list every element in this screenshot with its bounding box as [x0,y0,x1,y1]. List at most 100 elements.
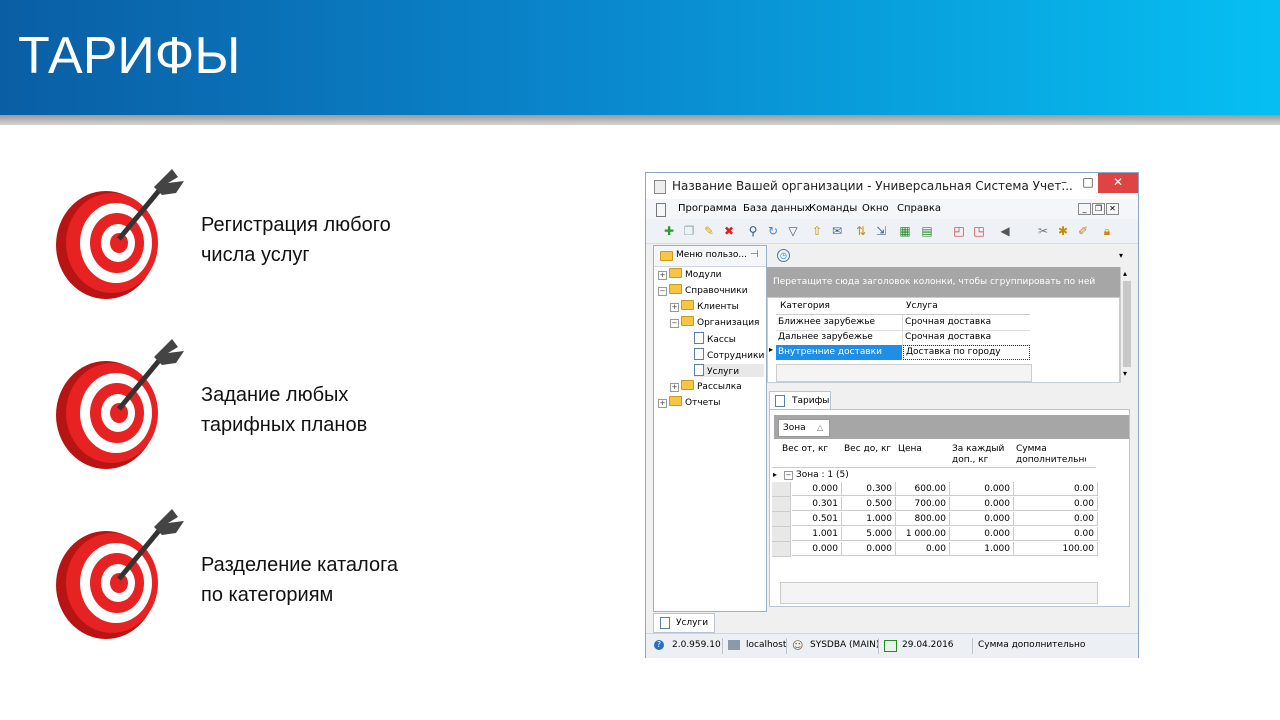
print-icon[interactable]: ▤ [920,224,934,238]
maximize-button[interactable]: □ [1078,173,1098,193]
lock-icon[interactable]: 🔒︎ [1100,224,1114,238]
group-row-label: Зона : 1 (5) [796,470,849,480]
app-icon [654,180,666,194]
tree-label: Отчеты [685,398,721,408]
star-icon[interactable]: ✱ [1056,224,1070,238]
delete-icon[interactable]: ✖ [722,224,736,238]
table-row[interactable]: 0.000 0.000 0.00 1.000 100.00 [772,542,1098,557]
row-indicator-icon: ▸ [769,345,774,354]
scroll-down-icon[interactable]: ▾ [1123,369,1127,378]
filter-icon[interactable]: ▽ [786,224,800,238]
table-cell: 0.500 [842,497,896,511]
tree-item-employees[interactable]: Сотрудники [694,348,764,361]
column-header-per-kg[interactable]: За каждый доп., кг [952,444,1012,466]
column-header-service[interactable]: Услуга [906,301,938,311]
detail-tabs: Тарифы [767,389,1132,410]
column-header-category[interactable]: Категория [780,301,830,311]
menu-commands[interactable]: Команды [809,203,857,214]
pin-icon[interactable]: ⊣ [750,249,759,260]
table-cell: 1.000 [950,542,1014,556]
tree-item-reports[interactable]: + Отчеты [658,396,721,408]
close-button[interactable]: ✕ [1098,173,1138,193]
navigation-pane-title: Меню пользо... [676,250,747,260]
copy-icon[interactable]: ❐ [682,224,696,238]
column-header-weight-to[interactable]: Вес до, кг [844,444,891,454]
tab-label: Тарифы [792,396,830,406]
menu-window[interactable]: Окно [862,203,889,214]
group-panel[interactable]: Зона △ [774,415,1129,439]
scrollbar[interactable]: ▴ ▾ [1120,267,1133,383]
table-cell: 0.000 [792,482,842,496]
table-cell: 0.00 [1014,527,1098,541]
table-row[interactable]: Ближнее зарубежье [776,315,903,331]
table-row[interactable]: 0.501 1.000 800.00 0.000 0.00 [772,512,1098,527]
table-cell: 600.00 [896,482,950,496]
group-row[interactable]: ▸ − Зона : 1 (5) [772,467,1096,483]
table-row-selected[interactable]: Внутренние доставки [776,345,902,360]
column-header-extra-sum[interactable]: Сумма дополнительно [1016,444,1086,466]
services-grid: Категория Услуга Ближнее зарубежье Срочн… [767,297,1120,383]
menu-help[interactable]: Справка [897,203,941,214]
child-restore-icon[interactable]: ❐ [1092,203,1105,215]
table-row-selected[interactable]: Доставка по городу [903,345,1030,360]
table-row[interactable]: Срочная доставка [903,330,1030,346]
tools-icon[interactable]: ✂ [1036,224,1050,238]
header-divider [0,115,1280,125]
chevron-down-icon[interactable]: ▾ [1119,251,1123,260]
refresh-icon[interactable]: ↻ [766,224,780,238]
tree-item-modules[interactable]: + Модули [658,268,721,280]
column-header-weight-from[interactable]: Вес от, кг [782,444,828,454]
folder-icon [669,396,682,406]
table-cell: 0.000 [842,542,896,556]
row-indicator [772,512,791,527]
edit-icon[interactable]: ✎ [702,224,716,238]
window-new-icon[interactable]: ◰ [952,224,966,238]
scroll-thumb[interactable] [1123,281,1131,367]
feature-line: по категориям [201,584,334,606]
tab-tariffs[interactable]: Тарифы [769,391,831,410]
table-cell: 0.00 [1014,512,1098,526]
sort-icon[interactable]: ⇅ [854,224,868,238]
table-row[interactable]: Срочная доставка [903,315,1030,331]
tree-label: Модули [685,270,722,280]
table-cell: 0.00 [1014,482,1098,496]
table-row[interactable]: 0.301 0.500 700.00 0.000 0.00 [772,497,1098,512]
export-icon[interactable]: ⇲ [874,224,888,238]
feature-item: Разделение каталога по категориям [0,505,600,655]
window-close-icon[interactable]: ◳ [972,224,986,238]
search-icon[interactable]: ⚲ [746,224,760,238]
group-chip-zone[interactable]: Зона △ [778,419,830,437]
tree-item-mailing[interactable]: + Рассылка [670,380,742,392]
navigation-pane-header: Меню пользо... ⊣ [654,246,766,267]
add-icon[interactable]: ✚ [662,224,676,238]
tree-item-directories[interactable]: − Справочники [658,284,748,296]
group-by-area[interactable]: Перетащите сюда заголовок колонки, чтобы… [767,267,1120,297]
tree-item-clients[interactable]: + Клиенты [670,300,739,312]
menu-program[interactable]: Программа [678,203,737,214]
cell-category: Дальнее зарубежье [778,332,873,342]
upload-icon[interactable]: ⇧ [810,224,824,238]
column-header-price[interactable]: Цена [898,444,922,454]
child-close-icon[interactable]: ✕ [1106,203,1119,215]
excel-icon[interactable]: ▦ [898,224,912,238]
folder-icon [681,316,694,326]
menu-database[interactable]: База данных [743,203,811,214]
table-cell: 0.000 [950,512,1014,526]
clock-icon[interactable]: ◷ [777,249,790,262]
tree-item-cashboxes[interactable]: Кассы [694,332,736,345]
document-icon [660,617,670,629]
comment-icon[interactable]: ✉ [830,224,844,238]
tree-item-services[interactable]: Услуги [694,364,764,377]
table-row[interactable]: 0.000 0.300 600.00 0.000 0.00 [772,482,1098,497]
tab-services[interactable]: Услуги [653,613,715,633]
notes-icon[interactable]: ✐ [1076,224,1090,238]
child-minimize-icon[interactable]: _ [1078,203,1091,215]
minimize-button[interactable]: – [1050,173,1078,193]
tree-item-organization[interactable]: − Организация [670,316,759,328]
table-cell: 0.301 [792,497,842,511]
table-row[interactable]: Дальнее зарубежье [776,330,903,346]
scroll-up-icon[interactable]: ▴ [1123,269,1127,278]
speaker-icon[interactable]: ◀ [998,224,1012,238]
window-title: Название Вашей организации - Универсальн… [672,179,1073,193]
table-row[interactable]: 1.001 5.000 1 000.00 0.000 0.00 [772,527,1098,542]
